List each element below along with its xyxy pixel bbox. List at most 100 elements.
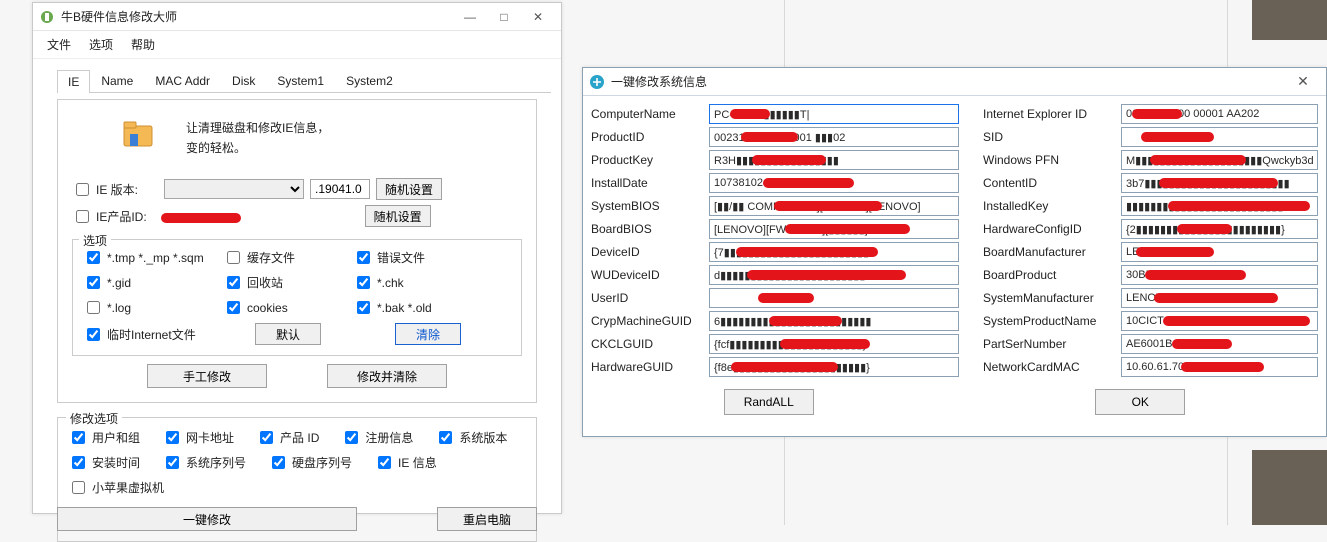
mo-reginfo[interactable]: 注册信息 (341, 428, 413, 447)
mo-installtime[interactable]: 安装时间 (68, 453, 140, 472)
value-userid[interactable] (709, 288, 959, 308)
value-systemproductname[interactable]: 10CICTO1WW (1121, 311, 1318, 331)
value-sid[interactable] (1121, 127, 1318, 147)
value-windows-pfn[interactable]: M▮▮▮▮▮▮▮▮▮▮▮▮▮▮▮▮▮▮▮▮▮Qwckyb3d (1121, 150, 1318, 170)
value-hardwareconfigid[interactable]: {2▮▮▮▮▮▮▮▮▮▮▮▮▮▮▮▮▮▮▮▮▮▮▮▮} (1121, 219, 1318, 239)
tab-macaddr[interactable]: MAC Addr (144, 69, 221, 92)
value-partsernumber[interactable]: AE6001BC (1121, 334, 1318, 354)
label-systemmanufacturer: SystemManufacturer (983, 291, 1121, 305)
value-boardmanufacturer[interactable]: LENOVO (1121, 242, 1318, 262)
opt-gid[interactable]: *.gid (83, 273, 223, 292)
mo-nicaddr[interactable]: 网卡地址 (162, 428, 234, 447)
opt-tmp[interactable]: *.tmp *._mp *.sqm (83, 248, 223, 267)
label-networkcardmac: NetworkCardMAC (983, 360, 1121, 374)
mo-xpgvm[interactable]: 小苹果虚拟机 (68, 478, 164, 497)
close-button[interactable]: ✕ (521, 5, 555, 29)
mo-ieinfo[interactable]: IE 信息 (374, 453, 437, 472)
modify-and-clear-button[interactable]: 修改并清除 (327, 364, 447, 388)
tab-strip: IE Name MAC Addr Disk System1 System2 (57, 69, 551, 93)
value-hardwareguid[interactable]: {f8e▮▮▮▮▮▮▮▮▮▮▮▮▮▮▮▮▮▮▮▮▮▮} (709, 357, 959, 377)
label-installdate: InstallDate (591, 176, 709, 190)
opt-cache[interactable]: 缓存文件 (223, 248, 353, 267)
mo-sysserial[interactable]: 系统序列号 (162, 453, 246, 472)
mo-sysver[interactable]: 系统版本 (435, 428, 507, 447)
tab-name[interactable]: Name (90, 69, 144, 92)
right-titlebar[interactable]: 一键修改系统信息 ✕ (583, 68, 1326, 96)
label-hardwareguid: HardwareGUID (591, 360, 709, 374)
randall-button[interactable]: RandALL (724, 389, 814, 415)
value-installdate[interactable]: 1073810245 (709, 173, 959, 193)
opt-log[interactable]: *.log (83, 298, 223, 317)
minimize-button[interactable]: — (453, 5, 487, 29)
opt-chk[interactable]: *.chk (353, 273, 503, 292)
label-ckclguid: CKCLGUID (591, 337, 709, 351)
opt-inetfiles[interactable]: 临时Internet文件 (83, 323, 223, 345)
maximize-button[interactable]: □ (487, 5, 521, 29)
ok-button[interactable]: OK (1095, 389, 1185, 415)
value-wudeviceid[interactable]: d▮▮▮▮▮▮▮▮▮▮▮▮▮▮▮▮▮▮▮▮▮▮▮▮ (709, 265, 959, 285)
menu-file[interactable]: 文件 (43, 34, 75, 55)
value-boardbios[interactable]: [LENOVO][FWKTEAA][▮▮▮▮▮▮] (709, 219, 959, 239)
value-boardproduct[interactable]: 30BD (1121, 265, 1318, 285)
value-productkey[interactable]: R3H▮▮▮▮▮▮▮▮▮▮▮▮▮▮▮▮▮ (709, 150, 959, 170)
opt-recycle[interactable]: 回收站 (223, 273, 353, 292)
label-boardbios: BoardBIOS (591, 222, 709, 236)
fields-grid: ComputerNamePC-20230▮▮▮▮▮▮T|Internet Exp… (583, 96, 1326, 377)
mo-usersgroups[interactable]: 用户和组 (68, 428, 140, 447)
menubar: 文件 选项 帮助 (33, 31, 561, 59)
reboot-button[interactable]: 重启电脑 (437, 507, 537, 531)
tab-disk[interactable]: Disk (221, 69, 266, 92)
tab-system1[interactable]: System1 (266, 69, 335, 92)
value-systemmanufacturer[interactable]: LENOVO (1121, 288, 1318, 308)
default-button[interactable]: 默认 (255, 323, 321, 345)
value-internet-explorer-id[interactable]: 00331 10000 00001 AA202 (1121, 104, 1318, 124)
menu-help[interactable]: 帮助 (127, 34, 159, 55)
ie-panel: 让清理磁盘和修改IE信息， 变的轻松。 IE 版本: 随机设置 IE产品ID: … (57, 99, 537, 403)
ie-version-build[interactable] (310, 179, 370, 199)
app-icon (39, 9, 55, 25)
ie-desc-line2: 变的轻松。 (186, 138, 329, 158)
dialog-icon (589, 74, 605, 90)
tab-ie[interactable]: IE (57, 70, 90, 93)
options-group: 选项 *.tmp *._mp *.sqm 缓存文件 错误文件 *.gid 回收站… (72, 239, 522, 356)
value-ckclguid[interactable]: {fcf▮▮▮▮▮▮▮▮▮▮▮▮▮▮▮▮▮▮▮▮▮▮} (709, 334, 959, 354)
label-systemproductname: SystemProductName (983, 314, 1121, 328)
label-wudeviceid: WUDeviceID (591, 268, 709, 282)
modify-options-legend: 修改选项 (66, 410, 122, 427)
left-title: 牛B硬件信息修改大师 (61, 8, 453, 25)
label-crypmachineguid: CrypMachineGUID (591, 314, 709, 328)
label-computername: ComputerName (591, 107, 709, 121)
label-productid: ProductID (591, 130, 709, 144)
left-titlebar[interactable]: 牛B硬件信息修改大师 — □ ✕ (33, 3, 561, 31)
oneclick-modify-button[interactable]: 一键修改 (57, 507, 357, 531)
value-productid[interactable]: 00231 10000 00001 ▮▮▮02 (709, 127, 959, 147)
value-crypmachineguid[interactable]: 6▮▮▮▮▮▮▮▮▮▮▮▮▮▮▮▮▮▮▮▮▮▮▮▮▮ (709, 311, 959, 331)
mo-productid[interactable]: 产品 ID (256, 428, 319, 447)
value-systembios[interactable]: [▮▮/▮▮ COMPATIBLE][00/12/15][LENOVO] (709, 196, 959, 216)
ie-desc-line1: 让清理磁盘和修改IE信息， (186, 118, 329, 138)
tab-system2[interactable]: System2 (335, 69, 404, 92)
label-windows-pfn: Windows PFN (983, 153, 1121, 167)
opt-cookies[interactable]: cookies (223, 298, 353, 317)
value-deviceid[interactable]: {7▮▮▮▮▮▮▮▮▮▮▮▮▮▮▮▮▮▮▮▮▮▮▮▮ (709, 242, 959, 262)
ie-version-select[interactable] (164, 179, 304, 199)
right-window: 一键修改系统信息 ✕ ComputerNamePC-20230▮▮▮▮▮▮T|I… (582, 67, 1327, 437)
value-computername[interactable]: PC-20230▮▮▮▮▮▮T| (709, 104, 959, 124)
mo-diskserial[interactable]: 硬盘序列号 (268, 453, 352, 472)
ie-productid-checkbox[interactable]: IE产品ID: (72, 207, 147, 226)
clear-button[interactable]: 清除 (395, 323, 461, 345)
opt-errfile[interactable]: 错误文件 (353, 248, 503, 267)
label-installedkey: InstalledKey (983, 199, 1121, 213)
opt-bak[interactable]: *.bak *.old (353, 298, 503, 317)
menu-options[interactable]: 选项 (85, 34, 117, 55)
value-installedkey[interactable]: ▮▮▮▮▮▮▮▮▮▮▮▮▮▮▮▮▮▮▮▮▮▮▮▮▮▮ (1121, 196, 1318, 216)
ie-version-checkbox[interactable]: IE 版本: (72, 180, 138, 199)
manual-modify-button[interactable]: 手工修改 (147, 364, 267, 388)
dialog-close-button[interactable]: ✕ (1286, 70, 1320, 94)
value-contentid[interactable]: 3b7▮▮▮▮▮▮▮▮▮▮▮▮▮▮▮▮▮▮▮▮▮▮▮▮ (1121, 173, 1318, 193)
label-sid: SID (983, 130, 1121, 144)
value-networkcardmac[interactable]: 10.60.61.70.75.5B (1121, 357, 1318, 377)
left-window: 牛B硬件信息修改大师 — □ ✕ 文件 选项 帮助 IE Name MAC Ad… (32, 2, 562, 514)
random-set-productid-button[interactable]: 随机设置 (365, 205, 431, 227)
random-set-version-button[interactable]: 随机设置 (376, 178, 442, 200)
